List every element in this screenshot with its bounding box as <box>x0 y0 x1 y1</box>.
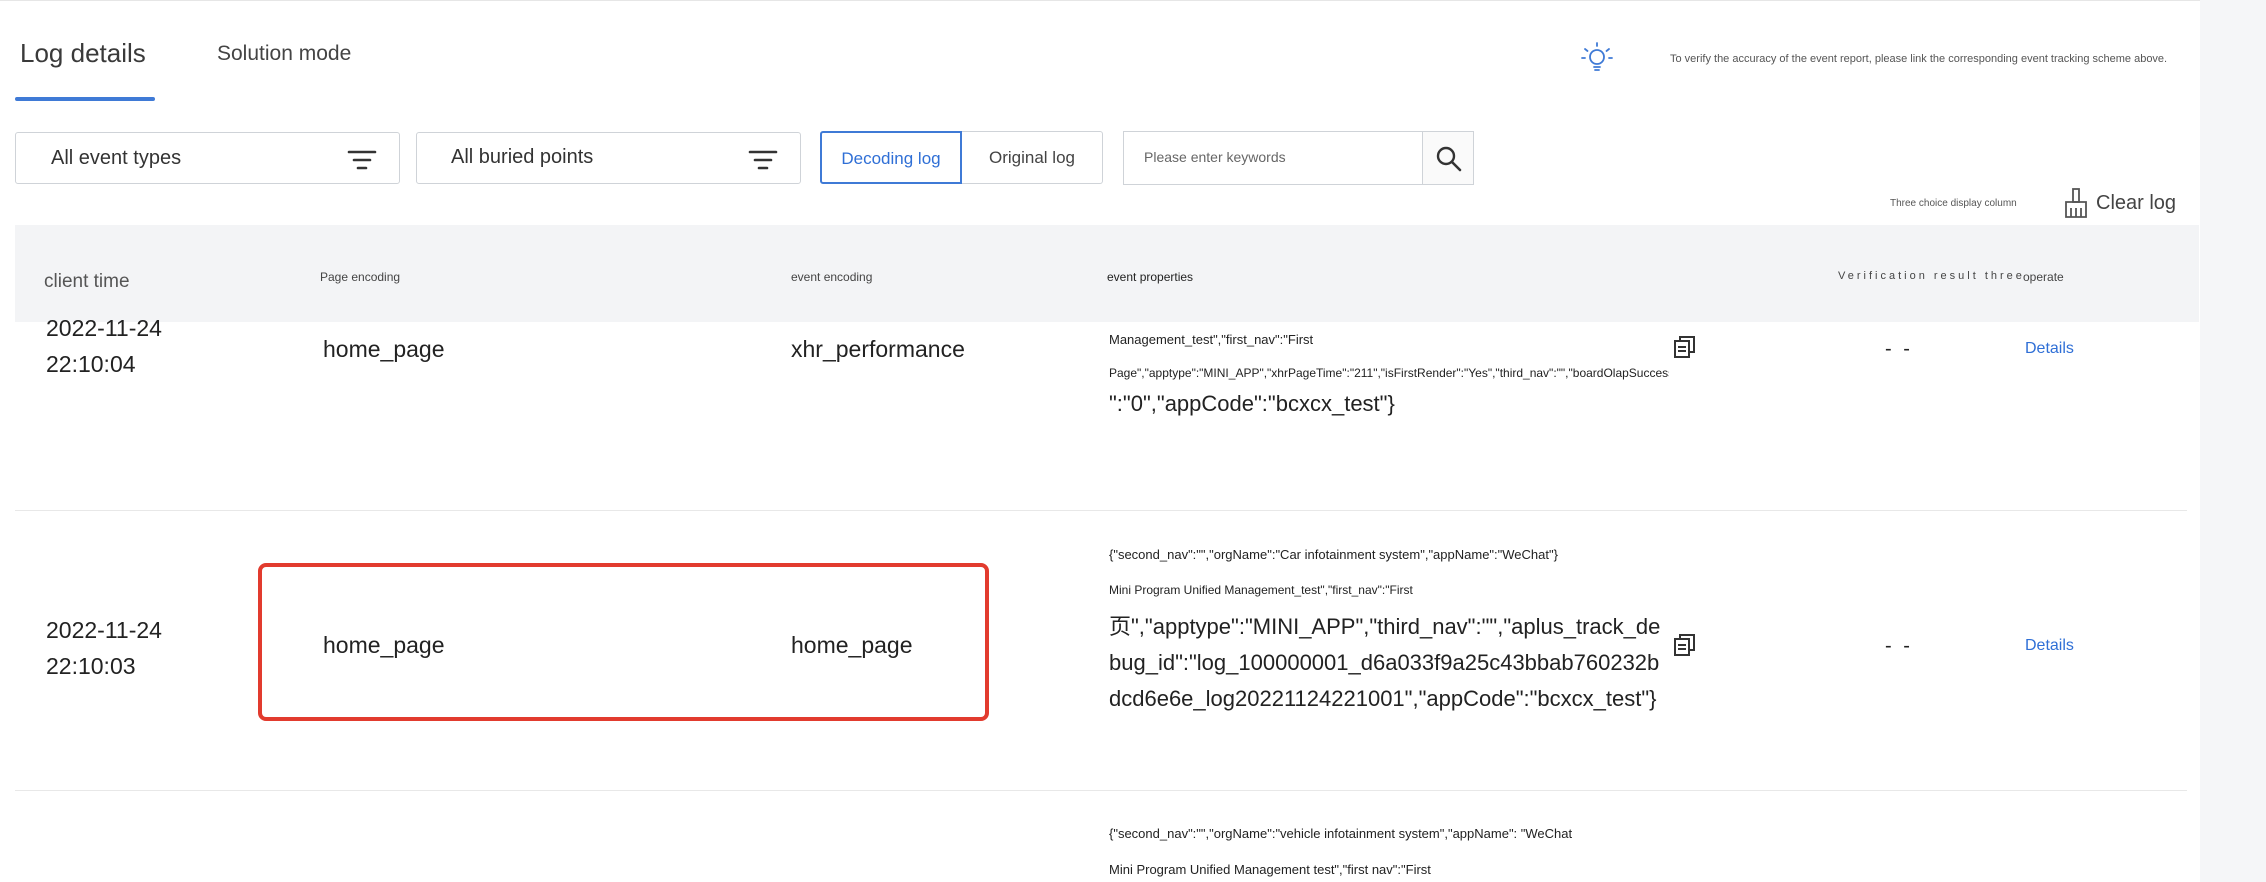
decoding-log-toggle[interactable]: Decoding log <box>820 131 962 184</box>
event-encoding-cell: xhr_performance <box>791 336 965 362</box>
header-event-encoding: event encoding <box>791 270 873 284</box>
event-type-select[interactable]: All event types <box>15 132 400 184</box>
scrollbar-track[interactable] <box>2200 0 2266 882</box>
verification-hint: To verify the accuracy of the event repo… <box>1670 53 2168 65</box>
row-date: 2022-11-24 <box>46 315 162 341</box>
event-properties-cell: {"second_nav":"","orgName":"vehicle info… <box>1109 824 1669 880</box>
properties-line: ":"0","appCode":"bcxcx_test"} <box>1109 391 1395 416</box>
copy-icon[interactable] <box>1672 632 1698 658</box>
lightbulb-icon[interactable] <box>1580 40 1614 74</box>
properties-line: Management_test","first_nav":"First <box>1109 332 1314 347</box>
highlight-annotation-box <box>258 563 989 721</box>
header-event-properties: event properties <box>1107 270 1194 284</box>
header-operate: operate <box>2023 270 2064 284</box>
event-properties-cell: Management_test","first_nav":"First Page… <box>1109 330 1669 422</box>
table-row: 2022-11-24 22:10:04 home_page xhr_perfor… <box>15 315 2187 511</box>
client-time-cell: 2022-11-24 22:10:03 <box>46 612 206 684</box>
search-icon <box>1436 146 1462 172</box>
details-link[interactable]: Details <box>2025 340 2074 358</box>
verification-result: - - <box>1885 338 1913 360</box>
event-type-select-label: All event types <box>51 147 182 169</box>
top-border <box>0 0 2266 1</box>
header-client-time[interactable]: client time <box>44 264 204 300</box>
buried-points-select-label: All buried points <box>451 146 594 168</box>
search-input[interactable] <box>1142 148 1406 166</box>
display-column-option[interactable]: Three choice display column <box>1890 198 2017 209</box>
client-time-cell: 2022-11-24 22:10:04 <box>46 310 206 382</box>
buried-points-select[interactable]: All buried points <box>416 132 801 184</box>
row-time: 22:10:04 <box>46 351 136 377</box>
tab-log-details[interactable]: Log details <box>20 38 146 69</box>
row-time: 22:10:03 <box>46 653 136 679</box>
properties-line: {"second_nav":"","orgName":"Car infotain… <box>1109 547 1558 562</box>
filter-icon <box>748 150 778 170</box>
event-properties-cell: {"second_nav":"","orgName":"Car infotain… <box>1109 545 1669 717</box>
properties-line: Mini Program Unified Management test","f… <box>1109 862 1431 877</box>
search-button[interactable] <box>1422 131 1474 185</box>
row-date: 2022-11-24 <box>46 617 162 643</box>
clear-log-label: Clear log <box>2096 192 2177 214</box>
header-verification-result: Verification result three <box>1838 270 2025 282</box>
table-row: {"second_nav":"","orgName":"vehicle info… <box>15 790 2187 882</box>
properties-line: 页","apptype":"MINI_APP","third_nav":"","… <box>1109 614 1661 711</box>
header-page-encoding: Page encoding <box>320 270 401 284</box>
broom-icon <box>2065 188 2087 218</box>
active-tab-indicator <box>15 97 155 101</box>
original-log-toggle[interactable]: Original log <box>962 131 1103 184</box>
filter-icon <box>347 150 377 170</box>
keyword-search <box>1123 131 1423 185</box>
table-header: client time Page encoding event encoding… <box>15 225 2199 322</box>
properties-line: Mini Program Unified Management_test","f… <box>1109 583 1413 597</box>
copy-icon[interactable] <box>1672 334 1698 360</box>
properties-line: {"second_nav":"","orgName":"vehicle info… <box>1109 826 1573 841</box>
verification-result: - - <box>1885 635 1913 657</box>
details-link[interactable]: Details <box>2025 637 2074 655</box>
properties-line: Page","apptype":"MINI_APP","xhrPageTime"… <box>1109 366 1669 380</box>
tab-solution-mode[interactable]: Solution mode <box>217 42 351 66</box>
page-encoding-cell: home_page <box>323 336 445 362</box>
